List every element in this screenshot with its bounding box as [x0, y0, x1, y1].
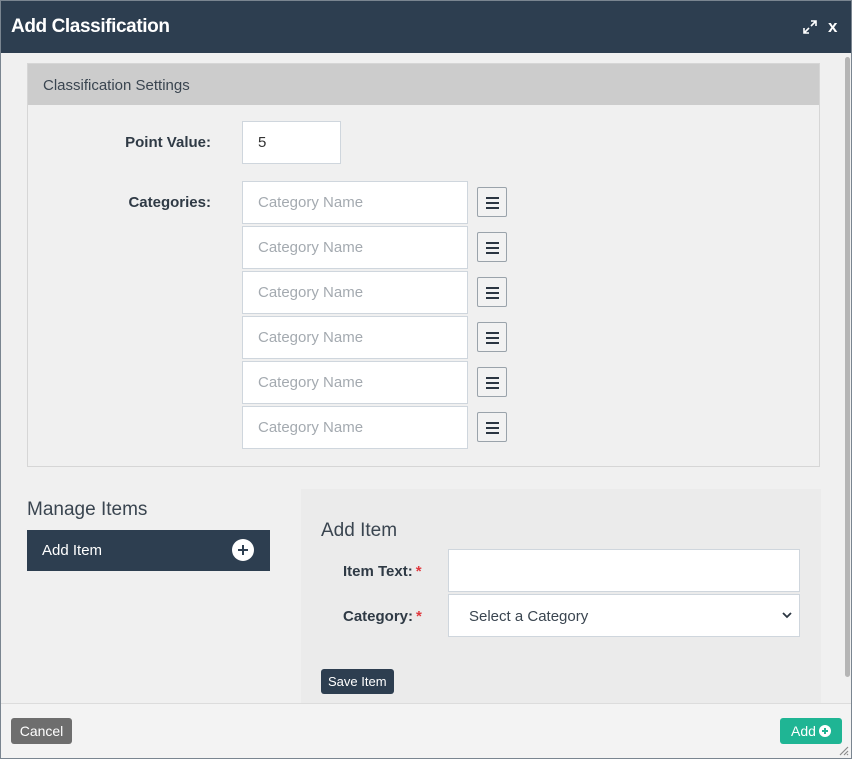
dialog-titlebar: Add Classification x [1, 1, 851, 53]
add-item-tab-label: Add Item [42, 542, 103, 559]
required-marker: * [415, 563, 422, 580]
category-name-input[interactable] [242, 226, 468, 269]
category-menu-button[interactable] [477, 232, 507, 262]
category-name-input[interactable] [242, 361, 468, 404]
category-name-input[interactable] [242, 271, 468, 314]
save-item-button[interactable]: Save Item [321, 669, 394, 694]
settings-header: Classification Settings [28, 64, 819, 105]
category-menu-button[interactable] [477, 367, 507, 397]
item-text-label: Item Text: * [343, 563, 422, 580]
item-text-input[interactable] [448, 549, 800, 592]
scrollbar-thumb[interactable] [845, 57, 850, 677]
dialog-body: Classification Settings Point Value: Cat… [1, 53, 843, 703]
dialog-footer: Cancel Add [1, 703, 851, 758]
category-row [242, 271, 508, 314]
category-select[interactable]: Select a Category [448, 594, 800, 637]
category-row [242, 316, 508, 359]
categories-label: Categories: [128, 194, 211, 211]
category-select-value: Select a Category [469, 608, 589, 625]
required-marker: * [416, 608, 422, 625]
add-button[interactable]: Add [780, 718, 842, 744]
item-text-label-text: Item Text: [343, 563, 413, 580]
category-row [242, 361, 508, 404]
category-row [242, 406, 508, 449]
add-item-tab[interactable]: Add Item [27, 530, 270, 571]
classification-settings-panel: Classification Settings Point Value: Cat… [27, 63, 820, 467]
cancel-button[interactable]: Cancel [11, 718, 72, 744]
close-button[interactable]: x [828, 17, 837, 37]
category-row [242, 181, 508, 224]
chevron-down-icon [782, 612, 792, 619]
category-name-input[interactable] [242, 406, 468, 449]
category-name-input[interactable] [242, 316, 468, 359]
dialog-title: Add Classification [11, 16, 170, 37]
add-item-heading: Add Item [321, 520, 398, 541]
point-value-input[interactable] [242, 121, 341, 164]
category-menu-button[interactable] [477, 187, 507, 217]
add-button-label: Add [791, 723, 816, 739]
point-value-label: Point Value: [125, 134, 211, 151]
expand-icon[interactable] [801, 18, 819, 36]
manage-items-title: Manage Items [27, 499, 148, 520]
category-menu-button[interactable] [477, 412, 507, 442]
add-item-panel: Add Item Item Text: * Category: * Select a… [301, 489, 821, 703]
settings-header-title: Classification Settings [43, 77, 190, 94]
category-menu-button[interactable] [477, 322, 507, 352]
scrollbar[interactable] [843, 53, 851, 703]
category-row [242, 226, 508, 269]
resize-grip-icon[interactable] [837, 744, 849, 756]
category-menu-button[interactable] [477, 277, 507, 307]
plus-circle-icon [819, 725, 831, 737]
add-classification-dialog: Add Classification x Classification Sett… [0, 0, 852, 759]
category-name-input[interactable] [242, 181, 468, 224]
plus-circle-icon [232, 539, 254, 561]
category-label: Category: * [343, 608, 422, 625]
category-label-text: Category: [343, 608, 414, 625]
